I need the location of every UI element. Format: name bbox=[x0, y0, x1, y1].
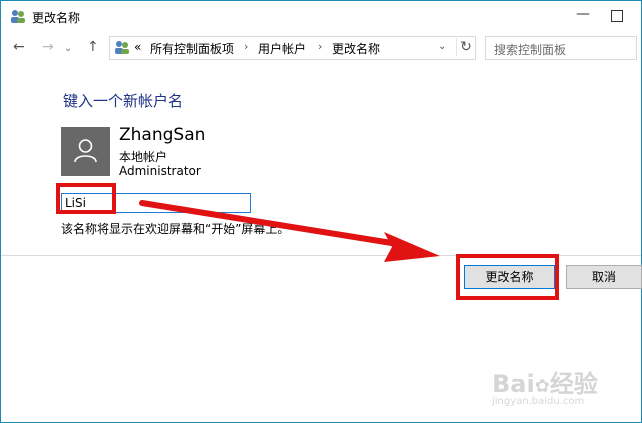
search-placeholder: 搜索控制面板 bbox=[494, 43, 567, 57]
watermark-brand: Bai✿经验 bbox=[492, 370, 598, 398]
recent-locations-dropdown-icon[interactable]: ⌄ bbox=[64, 41, 72, 57]
search-box[interactable]: 搜索控制面板 bbox=[485, 36, 637, 60]
forward-arrow-icon[interactable]: → bbox=[42, 39, 54, 55]
annotation-highlight-button bbox=[456, 254, 559, 300]
account-type: 本地帐户 bbox=[119, 150, 168, 164]
address-dropdown-icon[interactable]: ⌄ bbox=[438, 41, 446, 52]
name-hint-text: 该名称将显示在欢迎屏幕和“开始”屏幕上。 bbox=[61, 222, 290, 236]
breadcrumb-change-name[interactable]: 更改名称 bbox=[332, 40, 380, 57]
maximize-button[interactable] bbox=[602, 5, 632, 27]
breadcrumb-separator-icon[interactable]: › bbox=[318, 40, 322, 53]
page-heading: 键入一个新帐户名 bbox=[63, 92, 184, 110]
navigation-bar: ← → ⌄ ↑ « 所有控制面板项 › 用户帐户 › 更改名称 ⌄ ↻ 搜索控制… bbox=[1, 32, 641, 64]
user-avatar bbox=[61, 127, 110, 176]
minimize-button[interactable]: — bbox=[568, 5, 598, 27]
user-silhouette-icon bbox=[74, 139, 97, 163]
watermark-site: jingyan.baidu.com bbox=[492, 396, 585, 407]
breadcrumb-separator-icon[interactable]: › bbox=[244, 40, 248, 53]
title-bar: 更改名称 — bbox=[1, 1, 641, 32]
account-role: Administrator bbox=[119, 164, 201, 178]
users-control-panel-icon bbox=[115, 41, 129, 54]
window-title: 更改名称 bbox=[32, 11, 81, 25]
back-arrow-icon[interactable]: ← bbox=[13, 39, 25, 55]
maximize-icon bbox=[611, 10, 623, 22]
up-arrow-icon[interactable]: ↑ bbox=[87, 39, 99, 55]
users-control-panel-icon bbox=[11, 10, 25, 23]
user-name: ZhangSan bbox=[119, 125, 206, 145]
breadcrumb-user-accounts[interactable]: 用户帐户 bbox=[258, 40, 306, 57]
refresh-icon[interactable]: ↻ bbox=[456, 38, 475, 56]
baidu-watermark: Bai✿经验 jingyan.baidu.com bbox=[492, 348, 630, 408]
address-bar[interactable]: « 所有控制面板项 › 用户帐户 › 更改名称 ⌄ ↻ bbox=[109, 36, 476, 60]
annotation-highlight-input bbox=[56, 183, 116, 214]
address-overflow-icon[interactable]: « bbox=[134, 40, 141, 54]
breadcrumb-all-control-panel-items[interactable]: 所有控制面板项 bbox=[150, 40, 234, 57]
paw-icon: ✿ bbox=[534, 376, 550, 397]
minimize-icon: — bbox=[576, 6, 590, 22]
cancel-button[interactable]: 取消 bbox=[566, 265, 642, 289]
